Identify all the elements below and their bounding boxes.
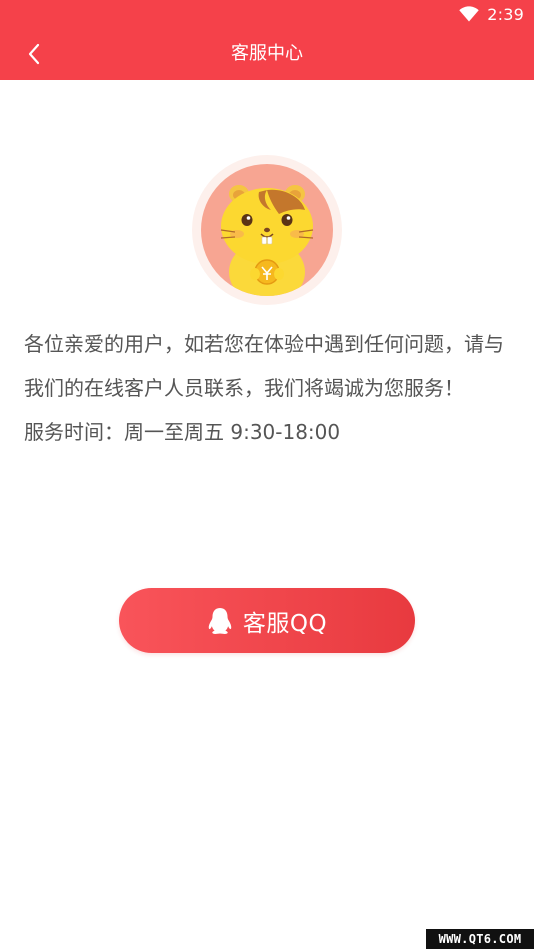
avatar (192, 155, 342, 305)
qq-penguin-icon (208, 607, 232, 634)
customer-service-qq-button[interactable]: 客服QQ (119, 588, 415, 653)
service-description: 各位亲爱的用户，如若您在体验中遇到任何问题，请与我们的在线客户人员联系，我们将竭… (24, 332, 504, 400)
qq-button-label: 客服QQ (242, 610, 328, 637)
hamster-mascot-icon (220, 185, 314, 296)
title-bar: 客服中心 (0, 28, 534, 80)
customer-service-screen: 2:39 客服中心 各位亲爱的用户，如若您在体验中遇到任何问题，请与我们的在线客… (0, 0, 534, 949)
avatar-circle (201, 164, 333, 296)
status-indicators: 2:39 (459, 4, 524, 24)
back-button[interactable] (18, 38, 50, 70)
header: 2:39 客服中心 (0, 0, 534, 80)
status-bar: 2:39 (0, 0, 534, 28)
watermark: WWW.QT6.COM (426, 929, 534, 949)
page-title: 客服中心 (231, 43, 303, 64)
status-time: 2:39 (487, 4, 524, 24)
service-hours: 服务时间：周一至周五 9:30-18:00 (24, 420, 341, 444)
chevron-left-icon (28, 43, 40, 65)
wifi-icon (459, 6, 479, 22)
